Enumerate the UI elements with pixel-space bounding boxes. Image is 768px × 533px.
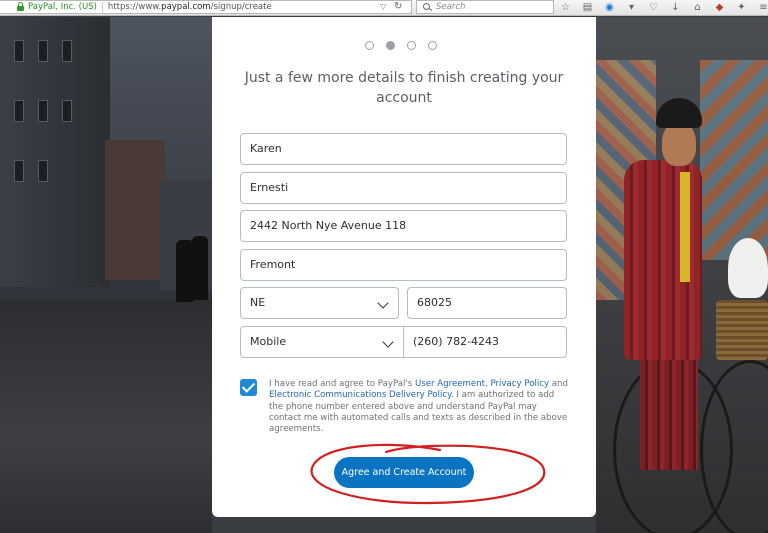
- dropdown-icon[interactable]: ▾: [626, 2, 637, 13]
- consent-checkbox[interactable]: [240, 379, 257, 396]
- building-window: [14, 100, 24, 122]
- step-dot: [428, 41, 437, 50]
- user-agreement-link[interactable]: User Agreement: [415, 379, 485, 389]
- reload-icon[interactable]: ↻: [394, 1, 402, 12]
- building-window: [38, 40, 48, 62]
- street-address-field[interactable]: 2442 North Nye Avenue 118: [240, 210, 567, 242]
- step-dot-active: [386, 41, 395, 50]
- url-separator: [101, 1, 103, 13]
- chevron-down-icon: [377, 297, 389, 309]
- search-box[interactable]: Search: [416, 0, 554, 14]
- last-name-field[interactable]: Ernesti: [240, 172, 567, 204]
- background-pedestrian: [192, 236, 208, 300]
- menu-icon[interactable]: ≡: [758, 2, 768, 13]
- history-icon[interactable]: ◉: [604, 2, 615, 13]
- star-icon[interactable]: ☆: [560, 2, 571, 13]
- url-dropdown-icon[interactable]: ▽: [380, 2, 386, 11]
- bike-basket: [716, 300, 768, 360]
- privacy-policy-link[interactable]: Privacy Policy: [490, 379, 549, 389]
- state-select[interactable]: NE: [240, 287, 399, 319]
- reading-list-icon[interactable]: ▤: [582, 2, 593, 13]
- step-indicator: [365, 41, 437, 50]
- zip-field[interactable]: 68025: [407, 287, 567, 319]
- state-value: NE: [250, 296, 266, 309]
- home-icon[interactable]: ⌂: [692, 2, 703, 13]
- search-icon: [423, 2, 432, 12]
- pocket-icon[interactable]: ♡: [648, 2, 659, 13]
- dog: [728, 238, 768, 298]
- cyclist-jacket: [624, 160, 702, 360]
- url-text[interactable]: https://www.paypal.com/signup/create: [108, 2, 272, 12]
- building-window: [38, 160, 48, 182]
- addon-icon[interactable]: ✦: [736, 2, 747, 13]
- browser-toolbar: PayPal, Inc. (US) https://www.paypal.com…: [0, 0, 768, 16]
- extension-icon[interactable]: ◆: [714, 2, 725, 13]
- terms-text: I have read and agree to PayPal's User A…: [269, 379, 568, 435]
- site-identity[interactable]: PayPal, Inc. (US): [28, 2, 97, 12]
- background-mural: [700, 60, 768, 260]
- building-window: [62, 100, 72, 122]
- toolbar-icons: ☆ ▤ ◉ ▾ ♡ ↓ ⌂ ◆ ✦ ≡: [560, 0, 768, 14]
- building-window: [62, 40, 72, 62]
- step-dot: [407, 41, 416, 50]
- background-street: [0, 300, 212, 533]
- building-window: [14, 160, 24, 182]
- page-title: Just a few more details to finish creati…: [244, 70, 564, 106]
- phone-type-value: Mobile: [250, 335, 287, 348]
- ecd-policy-link[interactable]: Electronic Communications Delivery Polic…: [269, 390, 451, 400]
- city-field[interactable]: Fremont: [240, 249, 567, 281]
- search-placeholder: Search: [436, 2, 466, 12]
- cyclist-tie: [680, 172, 690, 282]
- building-window: [14, 40, 24, 62]
- signup-card: Just a few more details to finish creati…: [212, 17, 596, 517]
- phone-number-field[interactable]: (260) 782-4243: [403, 326, 567, 358]
- chevron-down-icon: [382, 336, 394, 348]
- cyclist-head: [662, 122, 696, 166]
- background-building: [105, 140, 165, 280]
- download-icon[interactable]: ↓: [670, 2, 681, 13]
- first-name-field[interactable]: Karen: [240, 133, 567, 165]
- building-window: [38, 100, 48, 122]
- phone-type-select[interactable]: Mobile: [240, 326, 404, 358]
- lock-icon: [16, 2, 25, 12]
- agree-create-account-button[interactable]: Agree and Create Account: [334, 457, 474, 488]
- step-dot: [365, 41, 374, 50]
- url-bar[interactable]: PayPal, Inc. (US) https://www.paypal.com…: [0, 0, 412, 14]
